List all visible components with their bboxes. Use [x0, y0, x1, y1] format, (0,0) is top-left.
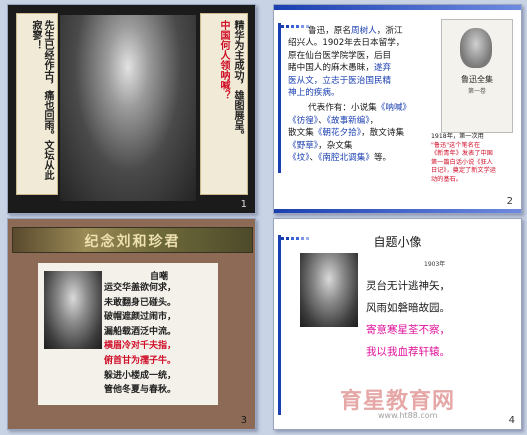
content-panel: 自嘲 运交华盖欲何求， 未敢翻身已碰头。 破帽遮颜过闹市， 漏船载酒泛中流。 横… — [38, 263, 218, 405]
book-cover: 鲁迅全集 第一卷 — [441, 19, 513, 133]
poem-year: 1903年 — [424, 261, 446, 268]
banner-text: 纪念刘和珍君 — [84, 234, 181, 250]
slide-title: 自题小像 — [373, 235, 422, 249]
slide-number: 2 — [506, 196, 513, 207]
right-paper-scroll: 精华为主成功，雄图展呈。 中国何人领呐喊？ — [200, 13, 248, 195]
watermark-url: www.ht88.com — [378, 411, 438, 420]
bottom-stripe — [274, 209, 521, 213]
slide-number: 4 — [508, 415, 515, 426]
left-paper-scroll: 先生已经作古，痛也回雨。文坛从此寂寥！ — [16, 13, 58, 195]
top-stripe — [274, 5, 521, 10]
left-vertical-bar — [278, 235, 281, 415]
left-vertical-bar — [278, 23, 281, 173]
slide-thumbnail-3[interactable]: 纪念刘和珍君 自嘲 运交华盖欲何求， 未敢翻身已碰头。 破帽遮颜过闹市， 漏船载… — [7, 218, 256, 430]
poem-body: 灵台无计逃神矢， 风雨如磐暗故园。 寄意寒星荃不察， 我以我血荐轩辕。 — [366, 280, 450, 358]
poem-body: 运交华盖欲何求， 未敢翻身已碰头。 破帽遮颜过闹市， 漏船载酒泛中流。 横眉冷对… — [104, 283, 177, 396]
book-subtitle: 第一卷 — [467, 88, 486, 95]
slide-thumbnail-4[interactable]: 自题小像 1903年 灵台无计逃神矢， 风雨如磐暗故园。 寄意寒星荃不察， 我以… — [273, 218, 522, 430]
book-caption: 1918年，第一次用 "鲁迅"这个笔名在 《新青年》发表了中国 第一篇白话小说《… — [431, 133, 496, 183]
lu-xun-photo — [44, 271, 102, 349]
title-banner: 纪念刘和珍君 — [12, 227, 253, 253]
slide-number: 1 — [240, 199, 247, 210]
book-title: 鲁迅全集 — [461, 75, 493, 84]
bio-text: 鲁迅，原名周树人，浙江 绍兴人。1902年去日本留学， 原在仙台医学院学医，后目… — [288, 26, 412, 164]
lu-xun-portrait — [60, 15, 196, 201]
slide-number: 3 — [240, 415, 247, 426]
right-verse-a: 精华为主成功，雄图展呈。 — [232, 20, 243, 140]
lu-xun-photo — [300, 253, 358, 327]
slide-thumbnail-1[interactable]: 先生已经作古，痛也回雨。文坛从此寂寥！ 精华为主成功，雄图展呈。 中国何人领呐喊… — [7, 4, 256, 214]
left-verse: 先生已经作古，痛也回雨。文坛从此寂寥！ — [30, 20, 53, 180]
slide-thumbnail-2[interactable]: 鲁迅，原名周树人，浙江 绍兴人。1902年去日本留学， 原在仙台医学院学医，后目… — [273, 4, 522, 214]
book-cover-portrait — [460, 28, 492, 68]
right-verse-b: 中国何人领呐喊？ — [218, 20, 229, 100]
